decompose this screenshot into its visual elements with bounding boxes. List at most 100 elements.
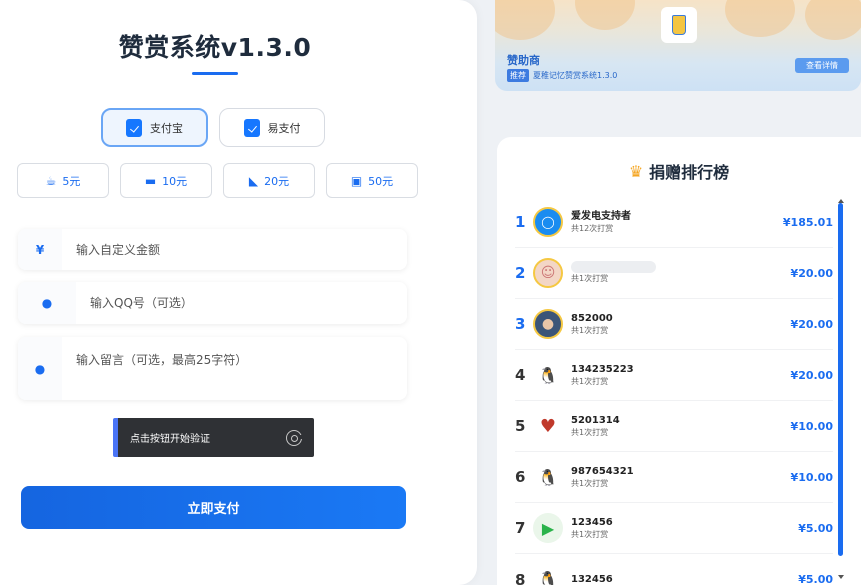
donation-count: 共1次打赏	[571, 529, 609, 539]
donation-amount: ¥10.00	[790, 419, 833, 433]
donor-name: 132456	[571, 574, 613, 585]
donation-amount: ¥185.01	[782, 215, 833, 229]
page-title: 赞赏系统v1.3.0	[118, 33, 312, 62]
coffee-icon: ☕	[45, 173, 57, 188]
captcha-button[interactable]: 点击按钮开始验证	[113, 418, 314, 457]
rank-number: 4	[515, 366, 526, 384]
donation-amount: ¥5.00	[798, 573, 833, 585]
donation-amount: ¥5.00	[798, 521, 833, 535]
donation-amount: ¥20.00	[790, 266, 833, 280]
sponsor-card[interactable]: 赞助商 推荐 夏稚记忆赞赏系统1.3.0 查看详情	[495, 0, 861, 91]
donor-name: 987654321	[571, 465, 634, 477]
rank-number: 2	[515, 264, 526, 282]
leaderboard-title: 捐赠排行榜	[649, 163, 730, 182]
donation-count: 共1次打赏	[571, 325, 609, 335]
rank-number: 1	[515, 213, 526, 231]
rank-number: 3	[515, 315, 526, 333]
view-details-button[interactable]: 查看详情	[795, 58, 849, 73]
crown-icon: ♛	[628, 161, 644, 181]
anime-avatar: ☺	[533, 258, 563, 288]
yuan-icon: ¥	[18, 229, 62, 270]
rank-number: 7	[515, 519, 526, 537]
donor-name-redacted	[571, 261, 656, 273]
leaderboard-row: 3 ● 852000 共1次打赏 ¥20.00	[515, 299, 833, 350]
captcha-label: 点击按钮开始验证	[130, 434, 210, 445]
decor-blob	[805, 0, 861, 40]
amount-label: 5元	[62, 174, 81, 188]
donation-form-panel: 赞赏系统v1.3.0 支付宝 易支付 ☕ 5元 ▬ 10元 ◣ 20元 ▣ 50…	[0, 0, 477, 585]
sponsor-subtitle-text: 夏稚记忆赞赏系统1.3.0	[533, 71, 618, 80]
amount-5-button[interactable]: ☕ 5元	[17, 163, 109, 198]
sponsor-logo	[661, 7, 697, 43]
donor-info: 共1次打赏	[571, 261, 791, 285]
epay-icon	[243, 118, 260, 137]
pizza-icon: ◣	[248, 173, 259, 188]
leaderboard-row: 6 🐧 987654321 共1次打赏 ¥10.00	[515, 452, 833, 503]
donation-amount: ¥20.00	[790, 368, 833, 382]
amount-10-button[interactable]: ▬ 10元	[120, 163, 212, 198]
amount-20-button[interactable]: ◣ 20元	[223, 163, 315, 198]
message-field: ●	[18, 337, 407, 400]
recommend-badge: 推荐	[507, 69, 529, 82]
sponsor-subtitle: 推荐 夏稚记忆赞赏系统1.3.0	[507, 69, 617, 82]
donation-amount: ¥20.00	[790, 317, 833, 331]
custom-amount-field: ¥	[18, 229, 407, 270]
pay-now-button[interactable]: 立即支付	[21, 486, 406, 529]
donor-info: 5201314 共1次打赏	[571, 414, 791, 439]
scroll-down-arrow[interactable]	[838, 575, 844, 579]
donation-count: 共1次打赏	[571, 478, 609, 488]
pay-method-alipay-button[interactable]: 支付宝	[101, 108, 208, 147]
sponsor-title: 赞助商	[507, 54, 540, 67]
penguin-avatar: 🐧	[533, 462, 563, 492]
amount-label: 20元	[264, 174, 290, 188]
qq-avatar: ◯	[533, 207, 563, 237]
qq-input[interactable]	[76, 282, 407, 324]
pay-method-label: 支付宝	[150, 121, 183, 135]
donation-count: 共1次打赏	[571, 274, 609, 283]
donor-name: 5201314	[571, 414, 620, 426]
leaderboard-row: 1 ◯ 爱发电支持者 共12次打赏 ¥185.01	[515, 197, 833, 248]
pay-method-label: 易支付	[267, 121, 301, 135]
message-input[interactable]	[62, 337, 407, 400]
leaderboard-row: 5 ♥ 5201314 共1次打赏 ¥10.00	[515, 401, 833, 452]
amount-label: 50元	[368, 174, 394, 188]
donation-count: 共1次打赏	[571, 376, 609, 386]
donor-name: 爱发电支持者	[571, 210, 631, 222]
decor-blob	[725, 0, 795, 37]
donor-name: 123456	[571, 516, 613, 528]
gift-icon: ▣	[350, 173, 363, 188]
penguin-avatar: 🐧	[533, 360, 563, 390]
rank-number: 8	[515, 570, 526, 585]
leaderboard-scrollbar[interactable]	[838, 203, 843, 556]
donation-count: 共1次打赏	[571, 427, 609, 437]
amount-50-button[interactable]: ▣ 50元	[326, 163, 418, 198]
title-underline	[192, 72, 238, 75]
donor-name: 134235223	[571, 363, 634, 375]
decor-blob	[495, 0, 555, 40]
rank-number: 5	[515, 417, 526, 435]
heart-avatar: ♥	[533, 411, 563, 441]
play-avatar: ▶	[533, 513, 563, 543]
chat-bubble-icon: ●	[18, 337, 62, 400]
donor-name: 852000	[571, 312, 613, 324]
leaderboard-row: 7 ▶ 123456 共1次打赏 ¥5.00	[515, 503, 833, 554]
leaderboard-row: 2 ☺ 共1次打赏 ¥20.00	[515, 248, 833, 299]
donation-amount: ¥10.00	[790, 470, 833, 484]
captcha-refresh-icon	[286, 429, 303, 446]
decor-blob	[575, 0, 635, 30]
rank-number: 6	[515, 468, 526, 486]
donor-info: 134235223 共1次打赏	[571, 363, 791, 388]
donor-info: 爱发电支持者 共12次打赏	[571, 210, 783, 235]
leaderboard-panel: ♛ 捐赠排行榜 1 ◯ 爱发电支持者 共12次打赏 ¥185.01 2 ☺ 共1…	[497, 137, 861, 585]
donation-count: 共12次打赏	[571, 223, 614, 233]
burger-icon: ▬	[144, 173, 157, 188]
qq-icon: ●	[18, 282, 76, 324]
alipay-icon	[126, 118, 142, 137]
pay-method-epay-button[interactable]: 易支付	[219, 108, 325, 147]
donor-info: 132456	[571, 573, 798, 585]
qq-field: ●	[18, 282, 407, 324]
photo-avatar: ●	[533, 309, 563, 339]
leaderboard-row: 8 🐧 132456 ¥5.00	[515, 554, 833, 585]
leaderboard-row: 4 🐧 134235223 共1次打赏 ¥20.00	[515, 350, 833, 401]
custom-amount-input[interactable]	[62, 229, 407, 270]
